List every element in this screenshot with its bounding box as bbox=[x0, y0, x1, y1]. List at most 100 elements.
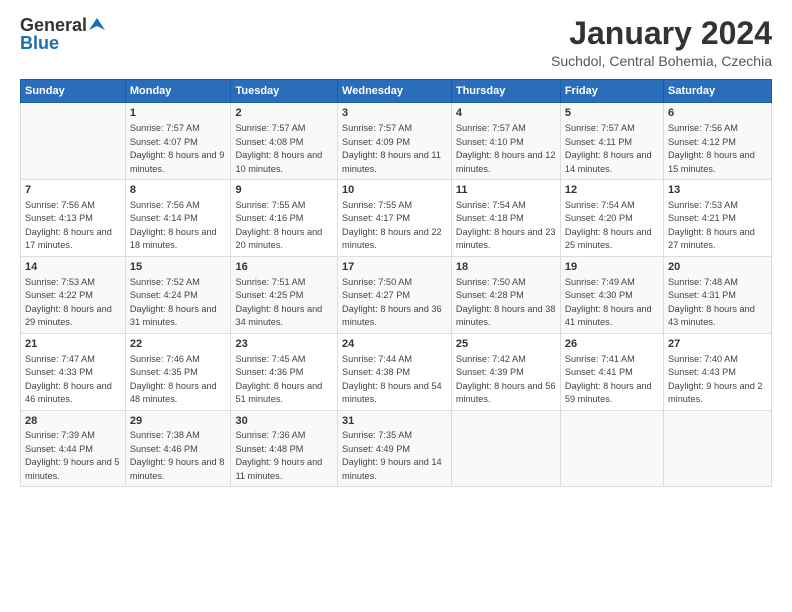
cell-info: Sunrise: 7:57 AMSunset: 4:07 PMDaylight:… bbox=[130, 123, 225, 174]
cell-info: Sunrise: 7:57 AMSunset: 4:08 PMDaylight:… bbox=[235, 123, 322, 174]
cell-w4-d2: 22 Sunrise: 7:46 AMSunset: 4:35 PMDaylig… bbox=[125, 333, 231, 410]
cell-w2-d4: 10 Sunrise: 7:55 AMSunset: 4:17 PMDaylig… bbox=[338, 180, 452, 257]
cell-info: Sunrise: 7:56 AMSunset: 4:12 PMDaylight:… bbox=[668, 123, 755, 174]
day-number: 24 bbox=[342, 337, 447, 352]
day-number: 23 bbox=[235, 337, 333, 352]
day-number: 8 bbox=[130, 183, 227, 198]
cell-w4-d1: 21 Sunrise: 7:47 AMSunset: 4:33 PMDaylig… bbox=[21, 333, 126, 410]
cell-info: Sunrise: 7:56 AMSunset: 4:14 PMDaylight:… bbox=[130, 200, 217, 251]
day-number: 20 bbox=[668, 260, 767, 275]
cell-w3-d3: 16 Sunrise: 7:51 AMSunset: 4:25 PMDaylig… bbox=[231, 256, 338, 333]
day-number: 30 bbox=[235, 414, 333, 429]
col-saturday: Saturday bbox=[664, 80, 772, 103]
cell-w3-d4: 17 Sunrise: 7:50 AMSunset: 4:27 PMDaylig… bbox=[338, 256, 452, 333]
day-number: 28 bbox=[25, 414, 121, 429]
week-row-2: 7 Sunrise: 7:56 AMSunset: 4:13 PMDayligh… bbox=[21, 180, 772, 257]
cell-w5-d4: 31 Sunrise: 7:35 AMSunset: 4:49 PMDaylig… bbox=[338, 410, 452, 487]
calendar-body: 1 Sunrise: 7:57 AMSunset: 4:07 PMDayligh… bbox=[21, 103, 772, 487]
day-number: 21 bbox=[25, 337, 121, 352]
week-row-1: 1 Sunrise: 7:57 AMSunset: 4:07 PMDayligh… bbox=[21, 103, 772, 180]
header: General Blue January 2024 Suchdol, Centr… bbox=[20, 16, 772, 69]
col-tuesday: Tuesday bbox=[231, 80, 338, 103]
cell-w4-d6: 26 Sunrise: 7:41 AMSunset: 4:41 PMDaylig… bbox=[560, 333, 663, 410]
week-row-3: 14 Sunrise: 7:53 AMSunset: 4:22 PMDaylig… bbox=[21, 256, 772, 333]
cell-info: Sunrise: 7:41 AMSunset: 4:41 PMDaylight:… bbox=[565, 354, 652, 405]
cell-w3-d2: 15 Sunrise: 7:52 AMSunset: 4:24 PMDaylig… bbox=[125, 256, 231, 333]
day-number: 1 bbox=[130, 106, 227, 121]
day-number: 17 bbox=[342, 260, 447, 275]
cell-info: Sunrise: 7:38 AMSunset: 4:46 PMDaylight:… bbox=[130, 430, 225, 481]
day-number: 26 bbox=[565, 337, 659, 352]
day-number: 10 bbox=[342, 183, 447, 198]
cell-w3-d7: 20 Sunrise: 7:48 AMSunset: 4:31 PMDaylig… bbox=[664, 256, 772, 333]
cell-info: Sunrise: 7:56 AMSunset: 4:13 PMDaylight:… bbox=[25, 200, 112, 251]
day-number: 25 bbox=[456, 337, 556, 352]
cell-w5-d5 bbox=[451, 410, 560, 487]
cell-info: Sunrise: 7:35 AMSunset: 4:49 PMDaylight:… bbox=[342, 430, 442, 481]
col-monday: Monday bbox=[125, 80, 231, 103]
day-number: 13 bbox=[668, 183, 767, 198]
cell-w2-d7: 13 Sunrise: 7:53 AMSunset: 4:21 PMDaylig… bbox=[664, 180, 772, 257]
cell-info: Sunrise: 7:42 AMSunset: 4:39 PMDaylight:… bbox=[456, 354, 556, 405]
cell-w4-d3: 23 Sunrise: 7:45 AMSunset: 4:36 PMDaylig… bbox=[231, 333, 338, 410]
day-number: 2 bbox=[235, 106, 333, 121]
cell-info: Sunrise: 7:36 AMSunset: 4:48 PMDaylight:… bbox=[235, 430, 322, 481]
cell-info: Sunrise: 7:54 AMSunset: 4:20 PMDaylight:… bbox=[565, 200, 652, 251]
day-number: 7 bbox=[25, 183, 121, 198]
day-number: 4 bbox=[456, 106, 556, 121]
cell-info: Sunrise: 7:50 AMSunset: 4:27 PMDaylight:… bbox=[342, 277, 442, 328]
cell-w5-d1: 28 Sunrise: 7:39 AMSunset: 4:44 PMDaylig… bbox=[21, 410, 126, 487]
cell-info: Sunrise: 7:57 AMSunset: 4:09 PMDaylight:… bbox=[342, 123, 441, 174]
cell-w1-d6: 5 Sunrise: 7:57 AMSunset: 4:11 PMDayligh… bbox=[560, 103, 663, 180]
page: General Blue January 2024 Suchdol, Centr… bbox=[0, 0, 792, 612]
logo: General Blue bbox=[20, 16, 105, 54]
day-number: 19 bbox=[565, 260, 659, 275]
cell-info: Sunrise: 7:47 AMSunset: 4:33 PMDaylight:… bbox=[25, 354, 112, 405]
day-number: 22 bbox=[130, 337, 227, 352]
day-number: 5 bbox=[565, 106, 659, 121]
cell-info: Sunrise: 7:46 AMSunset: 4:35 PMDaylight:… bbox=[130, 354, 217, 405]
cell-w2-d3: 9 Sunrise: 7:55 AMSunset: 4:16 PMDayligh… bbox=[231, 180, 338, 257]
col-wednesday: Wednesday bbox=[338, 80, 452, 103]
day-number: 12 bbox=[565, 183, 659, 198]
title-block: January 2024 Suchdol, Central Bohemia, C… bbox=[551, 16, 772, 69]
cell-info: Sunrise: 7:53 AMSunset: 4:22 PMDaylight:… bbox=[25, 277, 112, 328]
day-number: 31 bbox=[342, 414, 447, 429]
subtitle: Suchdol, Central Bohemia, Czechia bbox=[551, 53, 772, 69]
cell-w5-d7 bbox=[664, 410, 772, 487]
cell-w1-d3: 2 Sunrise: 7:57 AMSunset: 4:08 PMDayligh… bbox=[231, 103, 338, 180]
day-number: 27 bbox=[668, 337, 767, 352]
cell-info: Sunrise: 7:49 AMSunset: 4:30 PMDaylight:… bbox=[565, 277, 652, 328]
col-thursday: Thursday bbox=[451, 80, 560, 103]
cell-info: Sunrise: 7:55 AMSunset: 4:17 PMDaylight:… bbox=[342, 200, 442, 251]
cell-w1-d2: 1 Sunrise: 7:57 AMSunset: 4:07 PMDayligh… bbox=[125, 103, 231, 180]
cell-info: Sunrise: 7:50 AMSunset: 4:28 PMDaylight:… bbox=[456, 277, 556, 328]
day-number: 14 bbox=[25, 260, 121, 275]
cell-w4-d5: 25 Sunrise: 7:42 AMSunset: 4:39 PMDaylig… bbox=[451, 333, 560, 410]
cell-w3-d1: 14 Sunrise: 7:53 AMSunset: 4:22 PMDaylig… bbox=[21, 256, 126, 333]
day-number: 29 bbox=[130, 414, 227, 429]
cell-w4-d4: 24 Sunrise: 7:44 AMSunset: 4:38 PMDaylig… bbox=[338, 333, 452, 410]
calendar-table: Sunday Monday Tuesday Wednesday Thursday… bbox=[20, 79, 772, 487]
col-friday: Friday bbox=[560, 80, 663, 103]
cell-info: Sunrise: 7:44 AMSunset: 4:38 PMDaylight:… bbox=[342, 354, 442, 405]
cell-w2-d2: 8 Sunrise: 7:56 AMSunset: 4:14 PMDayligh… bbox=[125, 180, 231, 257]
cell-w3-d5: 18 Sunrise: 7:50 AMSunset: 4:28 PMDaylig… bbox=[451, 256, 560, 333]
cell-info: Sunrise: 7:57 AMSunset: 4:10 PMDaylight:… bbox=[456, 123, 556, 174]
cell-info: Sunrise: 7:48 AMSunset: 4:31 PMDaylight:… bbox=[668, 277, 755, 328]
day-number: 15 bbox=[130, 260, 227, 275]
logo-bird-icon bbox=[89, 16, 105, 32]
cell-info: Sunrise: 7:40 AMSunset: 4:43 PMDaylight:… bbox=[668, 354, 763, 405]
cell-info: Sunrise: 7:57 AMSunset: 4:11 PMDaylight:… bbox=[565, 123, 652, 174]
day-number: 11 bbox=[456, 183, 556, 198]
logo-blue: Blue bbox=[20, 34, 59, 54]
cell-info: Sunrise: 7:51 AMSunset: 4:25 PMDaylight:… bbox=[235, 277, 322, 328]
cell-info: Sunrise: 7:55 AMSunset: 4:16 PMDaylight:… bbox=[235, 200, 322, 251]
day-number: 3 bbox=[342, 106, 447, 121]
day-number: 6 bbox=[668, 106, 767, 121]
cell-w1-d4: 3 Sunrise: 7:57 AMSunset: 4:09 PMDayligh… bbox=[338, 103, 452, 180]
header-row: Sunday Monday Tuesday Wednesday Thursday… bbox=[21, 80, 772, 103]
cell-w1-d7: 6 Sunrise: 7:56 AMSunset: 4:12 PMDayligh… bbox=[664, 103, 772, 180]
cell-w1-d1 bbox=[21, 103, 126, 180]
day-number: 16 bbox=[235, 260, 333, 275]
